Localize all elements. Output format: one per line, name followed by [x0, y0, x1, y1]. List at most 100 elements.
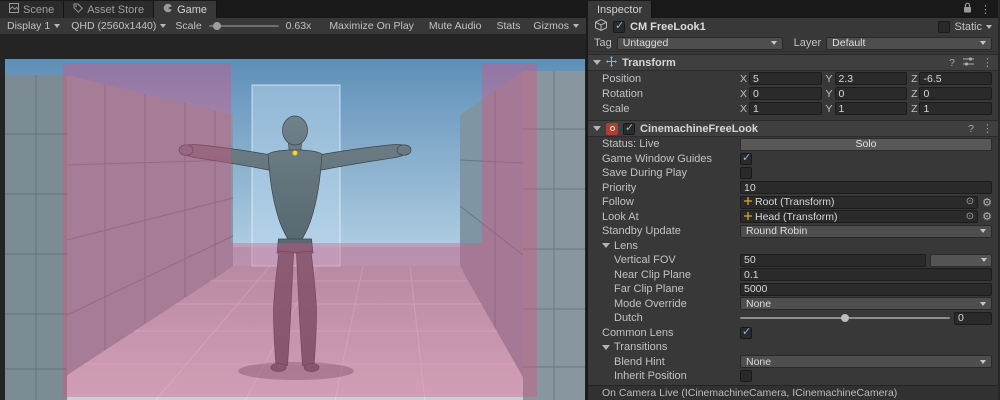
static-dropdown[interactable]: Static — [938, 21, 992, 33]
mute-audio-button[interactable]: Mute Audio — [425, 20, 486, 32]
common-lens-row: Common Lens — [588, 326, 998, 341]
gameobject-name-field[interactable]: CM FreeLook1 — [630, 21, 933, 33]
lens-preset-dropdown[interactable] — [930, 254, 992, 267]
resolution-dropdown[interactable]: QHD (2560x1440) — [69, 20, 168, 32]
foldout-open-icon[interactable] — [593, 60, 601, 65]
kebab-menu-icon[interactable]: ⋮ — [980, 3, 991, 16]
foldout-open-icon[interactable] — [593, 126, 601, 131]
tag-value: Untagged — [623, 37, 669, 49]
blend-hint-row: Blend Hint None — [588, 355, 998, 370]
stats-button[interactable]: Stats — [492, 20, 524, 32]
save-during-play-checkbox[interactable] — [740, 167, 752, 179]
scale-z-field[interactable]: 1 — [919, 102, 992, 115]
resolution-dropdown-label: QHD (2560x1440) — [71, 20, 156, 32]
standby-update-row: Standby Update Round Robin — [588, 224, 998, 239]
mode-override-dropdown[interactable]: None — [740, 297, 992, 310]
follow-gear-icon[interactable]: ⚙ — [982, 197, 992, 208]
rotation-z-field[interactable]: 0 — [919, 87, 992, 100]
standby-update-dropdown[interactable]: Round Robin — [740, 225, 992, 238]
unity-editor: Scene Asset Store Game Display 1 QHD (25… — [0, 0, 1000, 400]
transform-header[interactable]: Transform ? ⋮ — [588, 54, 998, 71]
vertical-fov-field[interactable]: 50 — [740, 254, 926, 267]
save-during-play-row: Save During Play — [588, 166, 998, 181]
inherit-position-checkbox[interactable] — [740, 370, 752, 382]
lookat-gear-icon[interactable]: ⚙ — [982, 211, 992, 222]
transitions-foldout[interactable]: Transitions — [588, 340, 998, 355]
position-y-field[interactable]: 2.3 — [835, 72, 908, 85]
scale-x-field[interactable]: 1 — [749, 102, 822, 115]
tab-game[interactable]: Game — [154, 1, 217, 18]
object-picker-icon[interactable]: ⊙ — [966, 197, 974, 207]
foldout-open-icon[interactable] — [602, 243, 610, 248]
game-window-guides-row: Game Window Guides — [588, 152, 998, 167]
chevron-down-icon — [771, 41, 777, 45]
display-dropdown[interactable]: Display 1 — [5, 20, 62, 32]
object-picker-icon[interactable]: ⊙ — [966, 212, 974, 222]
tab-inspector[interactable]: Inspector — [588, 1, 652, 18]
tab-label: Game — [177, 4, 207, 16]
tab-label: Asset Store — [87, 4, 144, 16]
lens-foldout[interactable]: Lens — [588, 239, 998, 254]
slider-knob[interactable] — [213, 22, 221, 30]
static-label: Static — [954, 21, 982, 33]
inherit-position-row: Inherit Position — [588, 369, 998, 384]
cinemachine-freelook-header[interactable]: CinemachineFreeLook ? ⋮ — [588, 120, 998, 137]
position-z-field[interactable]: -6.5 — [919, 72, 992, 85]
gameobject-header: CM FreeLook1 Static — [588, 18, 998, 35]
follow-object-field[interactable]: Root (Transform) ⊙ — [740, 196, 978, 209]
lock-icon[interactable] — [963, 2, 972, 16]
dutch-field[interactable]: 0 — [954, 312, 992, 325]
tag-layer-row: Tag Untagged Layer Default — [588, 35, 998, 52]
priority-field[interactable]: 10 — [740, 181, 992, 194]
tab-asset-store[interactable]: Asset Store — [64, 1, 154, 18]
solo-button[interactable]: Solo — [740, 138, 992, 151]
tag-dropdown[interactable]: Untagged — [617, 37, 783, 50]
inspector-strip-icons: ⋮ — [963, 0, 998, 18]
blend-hint-dropdown[interactable]: None — [740, 355, 992, 368]
gizmos-dropdown[interactable]: Gizmos — [531, 20, 581, 32]
far-clip-field[interactable]: 5000 — [740, 283, 992, 296]
gameobject-cube-icon — [594, 18, 608, 35]
scale-slider[interactable] — [209, 20, 279, 32]
game-viewport-area[interactable] — [0, 35, 586, 400]
tab-label: Scene — [23, 4, 54, 16]
static-checkbox[interactable] — [938, 21, 950, 33]
tag-label: Tag — [594, 37, 612, 49]
dutch-slider[interactable] — [740, 312, 950, 324]
vertical-fov-row: Vertical FOV 50 — [588, 253, 998, 268]
follow-row: Follow Root (Transform) ⊙ ⚙ — [588, 195, 998, 210]
scene-icon — [9, 3, 19, 16]
help-icon[interactable]: ? — [968, 123, 974, 135]
near-clip-field[interactable]: 0.1 — [740, 268, 992, 281]
lookat-object-field[interactable]: Head (Transform) ⊙ — [740, 210, 978, 223]
tab-scene[interactable]: Scene — [0, 1, 64, 18]
layer-value: Default — [832, 37, 865, 49]
maximize-on-play-button[interactable]: Maximize On Play — [325, 20, 418, 32]
kebab-menu-icon[interactable]: ⋮ — [982, 122, 993, 135]
asset-store-icon — [73, 3, 83, 16]
lookat-gizmo-icon — [292, 150, 297, 155]
transform-target-icon — [744, 196, 752, 208]
layer-dropdown[interactable]: Default — [826, 37, 992, 50]
left-tabstrip: Scene Asset Store Game — [0, 0, 586, 18]
help-icon[interactable]: ? — [949, 57, 955, 69]
chevron-down-icon — [980, 229, 986, 233]
position-x-field[interactable]: 5 — [749, 72, 822, 85]
active-checkbox[interactable] — [613, 21, 625, 33]
far-clip-row: Far Clip Plane 5000 — [588, 282, 998, 297]
guides-checkbox[interactable] — [740, 153, 752, 165]
component-title: CinemachineFreeLook — [640, 123, 758, 135]
rotation-y-field[interactable]: 0 — [835, 87, 908, 100]
presets-icon[interactable] — [963, 57, 974, 69]
slider-handle[interactable] — [841, 314, 849, 322]
foldout-open-icon[interactable] — [602, 345, 610, 350]
layer-label: Layer — [794, 37, 822, 49]
game-icon — [163, 3, 173, 16]
chevron-down-icon — [980, 302, 986, 306]
scale-y-field[interactable]: 1 — [835, 102, 908, 115]
common-lens-checkbox[interactable] — [740, 327, 752, 339]
component-enabled-checkbox[interactable] — [623, 123, 635, 135]
rotation-x-field[interactable]: 0 — [749, 87, 822, 100]
chevron-down-icon — [981, 258, 987, 262]
kebab-menu-icon[interactable]: ⋮ — [982, 56, 993, 69]
